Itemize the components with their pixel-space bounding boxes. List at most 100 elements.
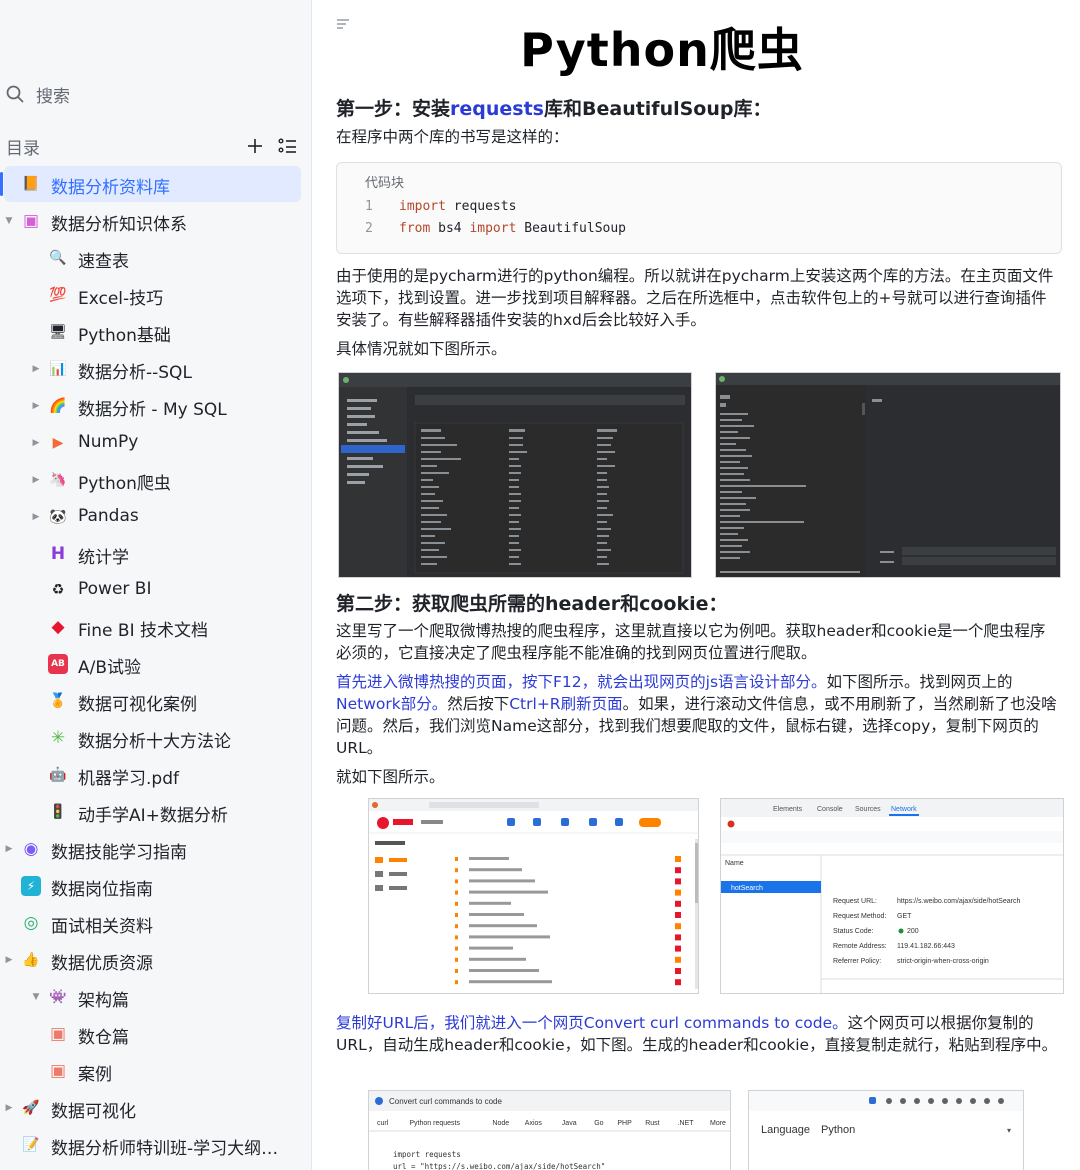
hot-rank-mark [455,946,458,951]
toc-item[interactable]: AB A/B试验 [0,646,311,682]
search-label: 搜索 [36,86,70,107]
request-url-value: https://s.weibo.com/ajax/side/hotSearch [897,898,1020,905]
hot-badge [675,956,681,963]
hot-rank-mark [455,969,458,973]
robot-icon: 🤖 [49,767,67,784]
network-link[interactable]: Network部分。 [336,695,447,713]
caret-down-icon[interactable]: ▼ [3,215,15,227]
tree-list-icon[interactable] [278,137,298,155]
caret-down-icon[interactable]: ▼ [30,991,42,1003]
convert-curl-link[interactable]: 复制好URL后，我们就进入一个网页Convert curl commands t… [336,1014,848,1032]
hot-rank-mark [455,957,458,962]
status-value: 200 [907,928,919,935]
toc-item[interactable]: ▶ 🌈 数据分析 - My SQL [0,388,311,424]
search-box[interactable]: 搜索 [6,80,70,108]
toc-item[interactable]: ▶ 🚀 数据可视化 [0,1090,311,1126]
toc-item-label: Pandas [78,505,139,526]
f12-link[interactable]: 首先进入微博热搜的页面，按下F12，就会出现网页的js语言设计部分。 [336,673,827,691]
sidebar: 搜索 目录 📙 数据分析资料库 ▼ ▣ 数据分析知识体系 🔍 速查表 💯 Excel-技巧 🖥 Py… [0,0,312,1170]
hot-badge [675,867,681,874]
toc-item-label: Excel-技巧 [78,288,164,309]
toc-item[interactable]: ◆ Fine BI 技术文档 [0,609,311,645]
toc-item-label: 数据分析 - My SQL [78,399,227,420]
toc-item[interactable]: 🤖 机器学习.pdf [0,757,311,793]
devtools-tab-network: Network [891,806,917,813]
toc-item[interactable]: ▶ 📊 数据分析--SQL [0,351,311,387]
caret-right-icon[interactable]: ▶ [30,437,42,449]
convert-tab: .NET [678,1120,695,1127]
toc-item[interactable]: ▶ ◉ 数据技能学习指南 [0,831,311,867]
caret-right-icon[interactable]: ▶ [3,1102,15,1114]
toc-item[interactable]: ▶ ▶ NumPy [0,425,311,461]
line-number: 2 [365,221,373,236]
toc-item[interactable]: ⚡ 数据岗位指南 [0,868,311,904]
toc-item[interactable]: ▶ 🦄 Python爬虫 [0,462,311,498]
toc-item[interactable]: 🖥 Python基础 [0,314,311,350]
toc-item[interactable]: ▼ ▣ 数据分析知识体系 [0,203,311,239]
language-dropdown-icon[interactable]: ▾ [1007,1126,1011,1135]
weibo-page-image [369,799,698,989]
toc-item[interactable]: 📝 数据分析师特训班-学习大纲（… [0,1127,311,1163]
toc-item[interactable]: H 统计学 [0,536,311,572]
add-icon[interactable] [246,137,264,155]
requests-link[interactable]: requests [450,98,544,120]
toc-item[interactable]: ✳ 数据分析十大方法论 [0,720,311,756]
caret-right-icon[interactable]: ▶ [30,474,42,486]
warehouse-icon: ▣ [49,1023,67,1044]
hot-topic-line [469,901,511,905]
ctrl-r-link[interactable]: Ctrl+R刷新页面 [509,695,622,713]
toc-item[interactable]: ◎ 面试相关资料 [0,905,311,941]
rainbow-icon: 🌈 [49,397,67,414]
caret-right-icon[interactable]: ▶ [30,511,42,523]
caret-right-icon[interactable]: ▶ [3,954,15,966]
method-label: Request Method: [833,913,886,920]
weibo-hot-search-screenshot [368,798,699,994]
convert-page-title: Convert curl commands to code [389,1097,502,1106]
toc-item[interactable]: ♻ Power BI [0,572,311,608]
toc-item-label: 数据分析资料库 [51,178,170,198]
toc-item[interactable]: 🚦 动手学AI+数据分析 [0,794,311,830]
convert-language-screenshot: Language Python ▾ [748,1090,1024,1170]
red-diamond-icon: ◆ [51,617,65,638]
hot-badge [675,979,681,986]
toc-item[interactable]: ▣ 案例 [0,1053,311,1089]
toc-item[interactable]: 🔍 速查表 [0,240,311,276]
toc-item-label: 架构篇 [78,990,129,1011]
hot-rank-mark [455,924,458,929]
toc-item[interactable]: 🏅 数据可视化案例 [0,683,311,719]
toc-item-label: Fine BI 技术文档 [78,621,208,642]
pycharm-packages-image [716,373,1060,577]
caret-right-icon[interactable]: ▶ [30,400,42,412]
memo-icon: 📝 [22,1136,40,1153]
code-block[interactable]: 代码块 1 import requests 2 from bs4 import Be… [336,162,1062,254]
sparkle-icon: ✳ [50,728,66,749]
convert-curl-screenshot: Convert curl commands to code curl Python… [368,1090,731,1170]
heading-step1-suffix: 库和BeautifulSoup库： [544,98,772,120]
heading-step1: 第一步：安装requests库和BeautifulSoup库： [336,94,771,121]
toc-item[interactable]: ▣ 数仓篇 [0,1016,311,1052]
convert-code-line-1: import requests [393,1150,461,1159]
hot-rank-mark [455,935,458,940]
hot-rank-mark [455,913,458,917]
toc-item[interactable]: 📙 数据分析资料库 [0,166,301,202]
page-title: Python爬虫 [520,23,804,77]
toc-item[interactable]: ▶ 🐼 Pandas [0,499,311,535]
toc-item-label: 面试相关资料 [51,917,153,937]
panda-icon: 🐼 [49,508,67,525]
caret-right-icon[interactable]: ▶ [3,843,15,855]
paragraph-see-figure: 具体情况就如下图所示。 [336,340,507,358]
refresh-text: 然后按下 [447,695,510,713]
toc-item[interactable]: ▶ 👍 数据优质资源 [0,942,311,978]
toc-header: 目录 [6,134,298,159]
hot-rank-mark [455,879,458,884]
medal-icon: 🏅 [49,693,67,710]
paragraph-convert: 复制好URL后，我们就进入一个网页Convert curl commands t… [336,1012,1060,1056]
toc-item[interactable]: 💯 Excel-技巧 [0,277,311,313]
thumbs-up-icon: 👍 [22,951,40,968]
hot-topic-line [469,868,522,872]
toc-item-label: 动手学AI+数据分析 [78,806,228,827]
toc-label: 目录 [6,138,40,159]
caret-right-icon[interactable]: ▶ [30,363,42,375]
code-text: BeautifulSoup [516,221,626,236]
toc-item[interactable]: ▼ 👾 架构篇 [0,979,311,1015]
